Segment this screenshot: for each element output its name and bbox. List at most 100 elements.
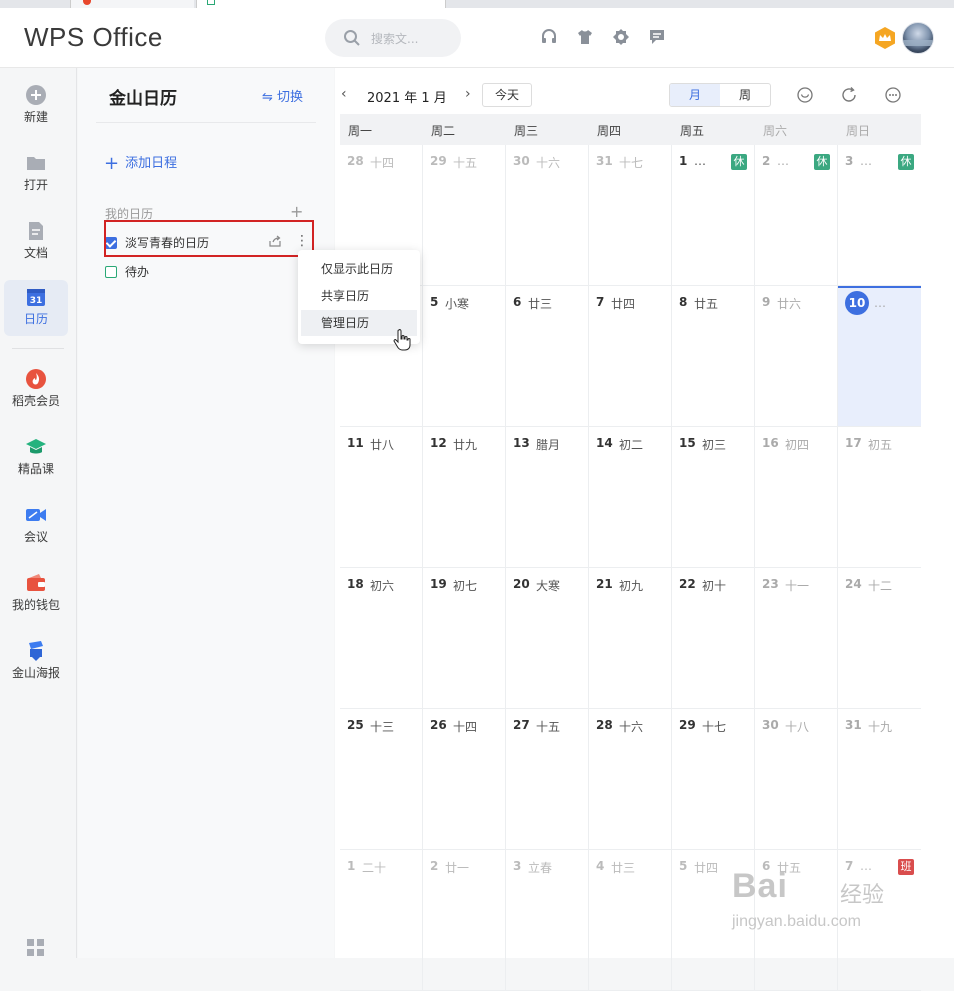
user-avatar[interactable] bbox=[902, 22, 934, 54]
day-cell[interactable]: 9 廿六 bbox=[755, 286, 838, 427]
day-cell[interactable]: 23 十一 bbox=[755, 568, 838, 709]
lunar-date: 十四 bbox=[453, 720, 478, 734]
menu-item-show-only[interactable]: 仅显示此日历 bbox=[301, 256, 417, 282]
today-button[interactable]: 今天 bbox=[482, 83, 532, 107]
day-cell[interactable]: 14 初二 bbox=[589, 427, 672, 568]
nav-item-calendar[interactable]: 31 日历 bbox=[4, 280, 68, 336]
day-cell[interactable]: 18 初六 bbox=[340, 568, 423, 709]
day-cell[interactable]: 19 初七 bbox=[423, 568, 506, 709]
day-cell[interactable]: 31 十七 bbox=[589, 145, 672, 286]
day-cell[interactable]: 24 十二 bbox=[838, 568, 921, 709]
day-number: 30 bbox=[513, 154, 530, 168]
day-cell[interactable]: 3 立春 bbox=[506, 850, 589, 991]
more-vertical-icon[interactable]: ⋮ bbox=[295, 234, 309, 250]
day-cell[interactable]: 6 廿三 bbox=[506, 286, 589, 427]
search-placeholder: 搜索文... bbox=[371, 32, 419, 46]
day-cell[interactable]: 1 … 休 bbox=[672, 145, 755, 286]
nav-item-docer-member[interactable]: 稻壳会员 bbox=[4, 362, 68, 418]
day-number: 31 bbox=[845, 718, 862, 732]
day-cell[interactable]: 17 初五 bbox=[838, 427, 921, 568]
lunar-date: 初五 bbox=[868, 438, 893, 452]
day-cell[interactable]: 4 廿三 bbox=[589, 850, 672, 991]
lunar-date: 初二 bbox=[619, 438, 644, 452]
day-cell[interactable]: 13 腊月 bbox=[506, 427, 589, 568]
plus-circle-icon bbox=[26, 85, 46, 105]
lunar-date: 十四 bbox=[370, 156, 395, 170]
nav-item-courses[interactable]: 精品课 bbox=[4, 430, 68, 486]
week-view-tab[interactable]: 周 bbox=[720, 84, 770, 106]
day-cell[interactable]: 5 小寒 bbox=[423, 286, 506, 427]
add-event-button[interactable]: + 添加日程 bbox=[104, 152, 177, 174]
smiley-feedback-icon[interactable] bbox=[796, 86, 814, 104]
next-month-button[interactable]: › bbox=[465, 86, 471, 102]
apps-grid-icon[interactable] bbox=[26, 938, 46, 958]
day-cell[interactable]: 26 十四 bbox=[423, 709, 506, 850]
plus-icon: + bbox=[104, 153, 120, 174]
nav-item-new[interactable]: 新建 bbox=[4, 78, 68, 134]
add-calendar-plus-icon[interactable]: + bbox=[290, 202, 303, 221]
day-number: 31 bbox=[596, 154, 613, 168]
lunar-date: 廿八 bbox=[370, 438, 395, 452]
more-options-icon[interactable] bbox=[884, 86, 902, 104]
calendar-checkbox-unchecked[interactable] bbox=[105, 266, 117, 278]
menu-item-share[interactable]: 共享日历 bbox=[301, 283, 417, 309]
nav-item-documents[interactable]: 文档 bbox=[4, 214, 68, 270]
day-cell[interactable]: 31 十九 bbox=[838, 709, 921, 850]
refresh-icon[interactable] bbox=[840, 86, 858, 104]
nav-item-poster[interactable]: 金山海报 bbox=[4, 634, 68, 690]
day-cell[interactable]: 25 十三 bbox=[340, 709, 423, 850]
nav-item-meeting[interactable]: 会议 bbox=[4, 498, 68, 554]
lunar-date: 二十 bbox=[362, 861, 387, 875]
nav-label: 稻壳会员 bbox=[11, 394, 60, 408]
nav-label: 金山海报 bbox=[11, 666, 60, 680]
feedback-message-icon[interactable] bbox=[648, 28, 666, 46]
day-cell[interactable]: 29 十七 bbox=[672, 709, 755, 850]
search-box[interactable]: 搜索文... bbox=[325, 19, 461, 57]
holiday-badge: 休 bbox=[898, 154, 914, 170]
nav-item-wallet[interactable]: 我的钱包 bbox=[4, 566, 68, 622]
skin-shirt-icon[interactable] bbox=[576, 28, 594, 46]
nav-label: 我的钱包 bbox=[11, 598, 60, 612]
day-cell[interactable]: 27 十五 bbox=[506, 709, 589, 850]
app-logo: WPS Office bbox=[24, 22, 163, 52]
day-cell[interactable]: 29 十五 bbox=[423, 145, 506, 286]
window-tab[interactable] bbox=[70, 0, 194, 8]
day-cell[interactable]: 2 廿一 bbox=[423, 850, 506, 991]
day-number: 3 bbox=[513, 859, 522, 873]
day-cell[interactable]: 8 廿五 bbox=[672, 286, 755, 427]
header-icons bbox=[540, 28, 666, 46]
lunar-date: 廿五 bbox=[694, 297, 719, 311]
day-cell[interactable]: 30 十八 bbox=[755, 709, 838, 850]
calendar-item-todo[interactable]: 待办 bbox=[105, 263, 149, 280]
share-icon[interactable] bbox=[268, 234, 282, 248]
day-cell[interactable]: 1 二十 bbox=[340, 850, 423, 991]
day-cell[interactable]: 28 十六 bbox=[589, 709, 672, 850]
day-cell[interactable]: 15 初三 bbox=[672, 427, 755, 568]
day-cell[interactable]: 3 … 休 bbox=[838, 145, 921, 286]
headset-icon[interactable] bbox=[540, 28, 558, 46]
window-tab-active[interactable] bbox=[196, 0, 446, 8]
day-cell[interactable]: 2 … 休 bbox=[755, 145, 838, 286]
day-cell[interactable]: 20 大寒 bbox=[506, 568, 589, 709]
day-cell[interactable]: 22 初十 bbox=[672, 568, 755, 709]
day-number: 12 bbox=[430, 436, 447, 450]
day-cell[interactable]: 7 廿四 bbox=[589, 286, 672, 427]
prev-month-button[interactable]: ‹ bbox=[341, 86, 347, 102]
day-cell[interactable]: 11 廿八 bbox=[340, 427, 423, 568]
nav-item-open[interactable]: 打开 bbox=[4, 146, 68, 202]
switch-button[interactable]: ⇋ 切换 bbox=[262, 86, 303, 105]
day-cell[interactable]: 30 十六 bbox=[506, 145, 589, 286]
panel-title: 金山日历 bbox=[109, 89, 177, 109]
doc-tab-icon bbox=[207, 0, 215, 5]
day-cell[interactable]: 12 廿九 bbox=[423, 427, 506, 568]
vip-crown-icon[interactable] bbox=[873, 26, 897, 50]
day-cell[interactable]: 21 初九 bbox=[589, 568, 672, 709]
day-number: 17 bbox=[845, 436, 862, 450]
day-cell[interactable]: 16 初四 bbox=[755, 427, 838, 568]
month-view-tab[interactable]: 月 bbox=[670, 84, 720, 106]
nav-label: 日历 bbox=[23, 312, 48, 326]
lunar-date: 立春 bbox=[528, 861, 553, 875]
settings-gear-icon[interactable] bbox=[612, 28, 630, 46]
day-number: 26 bbox=[430, 718, 447, 732]
day-cell[interactable]: 10… bbox=[838, 286, 921, 427]
